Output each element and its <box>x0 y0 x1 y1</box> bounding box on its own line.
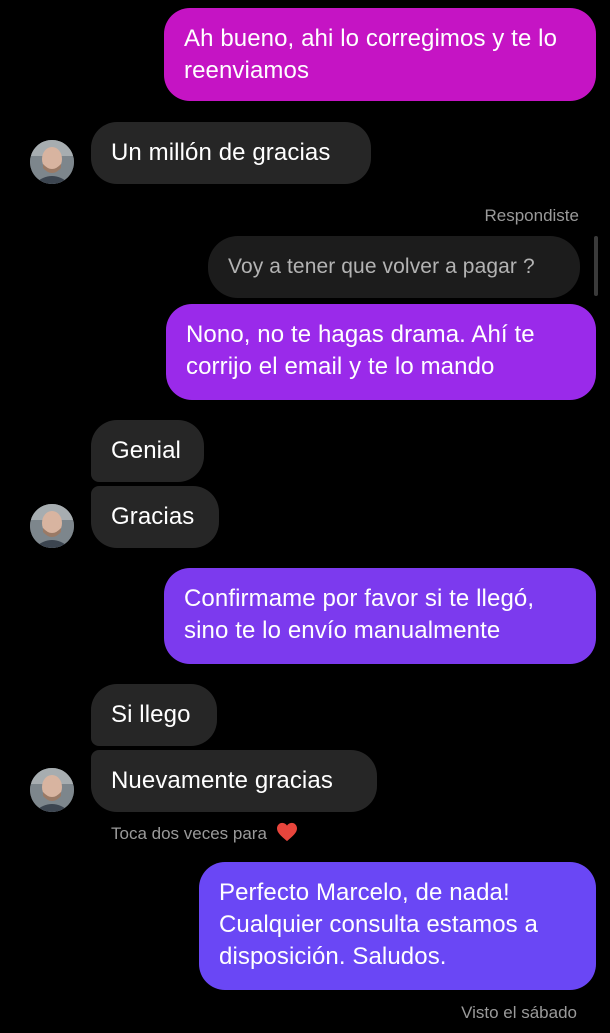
message-text: Nono, no te hagas drama. Ahí te corrijo … <box>186 321 535 380</box>
outgoing-message[interactable]: Ah bueno, ahi lo corregimos y te lo reen… <box>164 8 596 101</box>
incoming-message[interactable]: Un millón de gracias <box>91 122 371 184</box>
double-tap-hint: Toca dos veces para <box>111 822 298 847</box>
heart-icon <box>276 822 298 847</box>
message-text: Perfecto Marcelo, de nada! Cualquier con… <box>219 879 538 970</box>
outgoing-message[interactable]: Confirmame por favor si te llegó, sino t… <box>164 568 596 664</box>
message-text: Voy a tener que volver a pagar ? <box>228 255 535 278</box>
avatar-image <box>30 504 74 548</box>
message-text: Nuevamente gracias <box>111 767 333 794</box>
incoming-message[interactable]: Gracias <box>91 486 219 548</box>
message-thread: Ah bueno, ahi lo corregimos y te lo reen… <box>0 0 610 1033</box>
message-text: Genial <box>111 437 181 464</box>
double-tap-hint-text: Toca dos veces para <box>111 824 267 843</box>
contact-avatar[interactable] <box>30 140 74 184</box>
incoming-message[interactable]: Genial <box>91 420 204 482</box>
incoming-message[interactable]: Si llego <box>91 684 217 746</box>
contact-avatar[interactable] <box>30 768 74 812</box>
reply-label: Respondiste <box>484 206 579 225</box>
outgoing-message[interactable]: Nono, no te hagas drama. Ahí te corrijo … <box>166 304 596 400</box>
message-text: Gracias <box>111 503 195 530</box>
avatar-image <box>30 768 74 812</box>
reply-indicator-bar <box>594 236 598 296</box>
message-text: Si llego <box>111 701 191 728</box>
message-text: Ah bueno, ahi lo corregimos y te lo reen… <box>184 25 558 84</box>
incoming-message[interactable]: Nuevamente gracias <box>91 750 377 812</box>
avatar-image <box>30 140 74 184</box>
seen-status: Visto el sábado <box>461 1003 577 1022</box>
message-text: Confirmame por favor si te llegó, sino t… <box>184 585 535 644</box>
message-text: Un millón de gracias <box>111 139 331 166</box>
contact-avatar[interactable] <box>30 504 74 548</box>
replied-to-message[interactable]: Voy a tener que volver a pagar ? <box>208 236 580 298</box>
outgoing-message[interactable]: Perfecto Marcelo, de nada! Cualquier con… <box>199 862 596 990</box>
